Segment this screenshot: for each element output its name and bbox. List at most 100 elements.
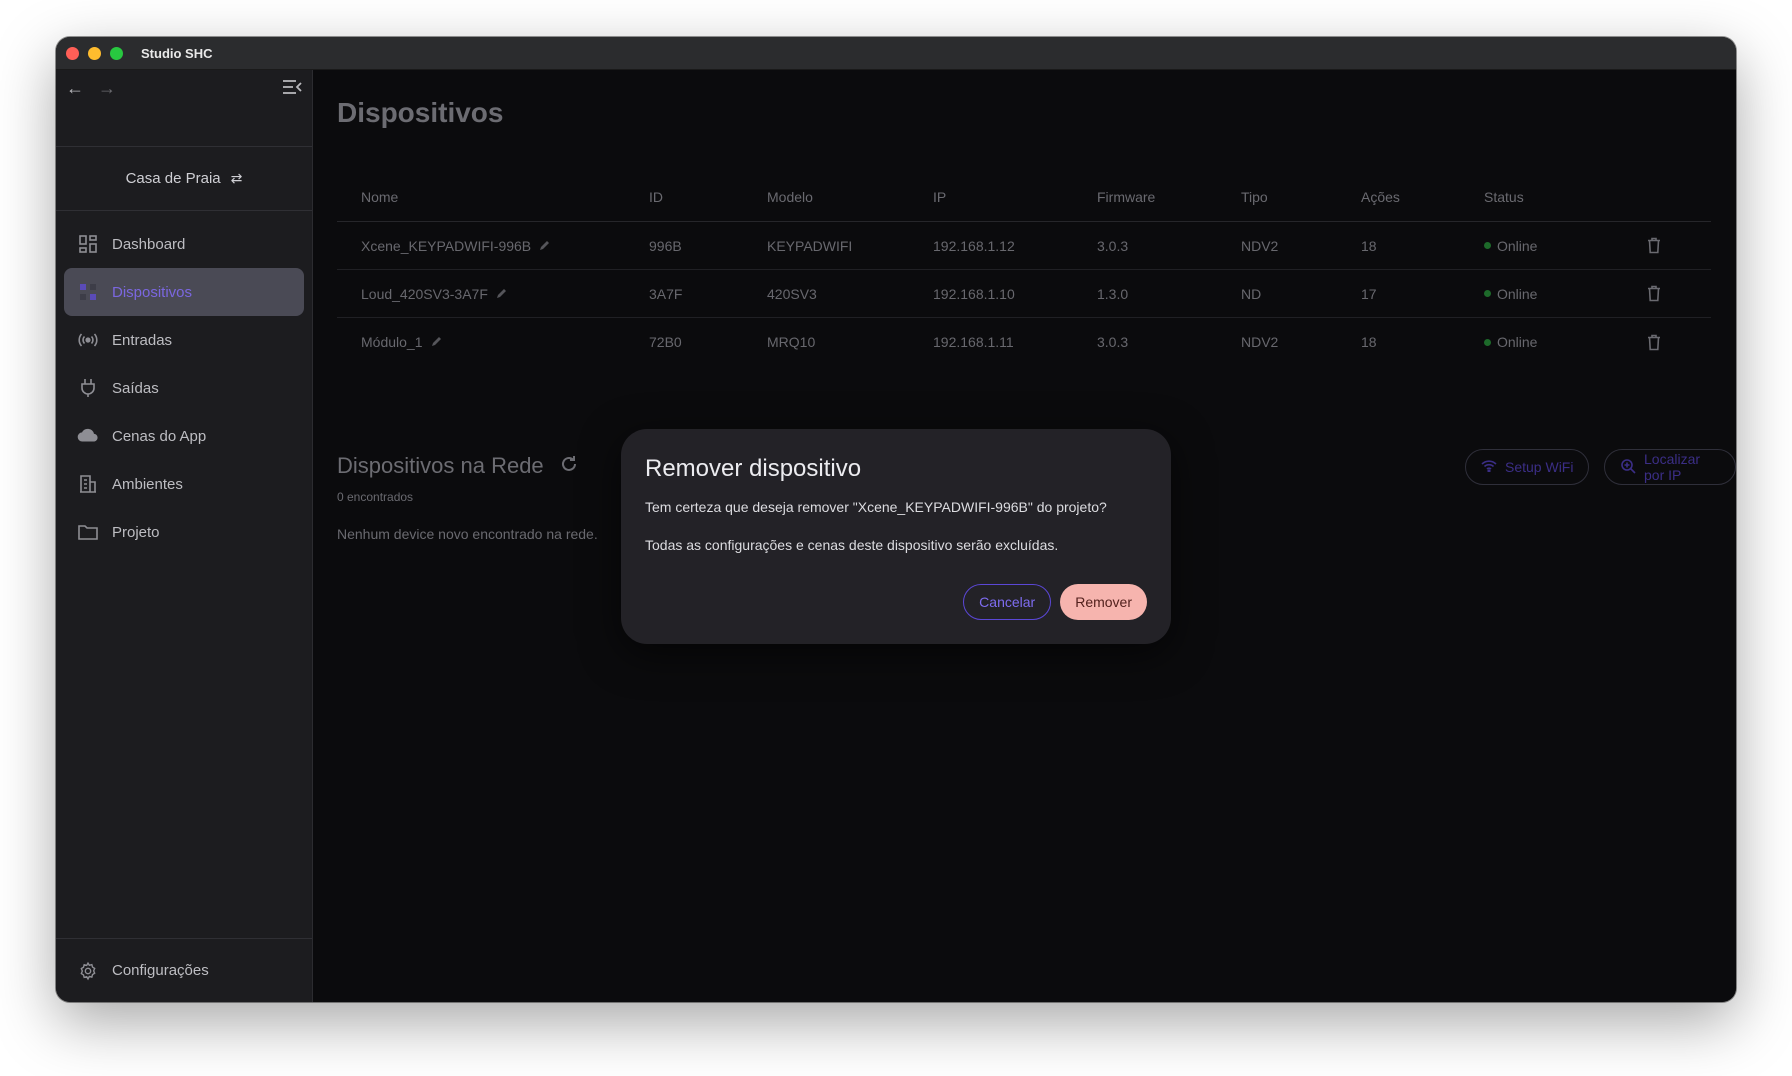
sidebar: ← → Casa de Praia ⇄ Dashboard Dispositiv… [56,70,313,1002]
maximize-window-button[interactable] [110,46,123,60]
device-name-cell: Módulo_1 [337,334,649,350]
sidebar-item-dashboard[interactable]: Dashboard [64,220,304,268]
dialog-actions: Cancelar Remover [963,584,1147,620]
sidebar-item-saidas[interactable]: Saídas [64,364,304,412]
devices-table: Nome ID Modelo IP Firmware Tipo Ações St… [337,172,1711,366]
column-header: ID [649,188,663,205]
delete-button[interactable] [1634,285,1674,302]
device-id: 996B [649,237,682,254]
column-header: Firmware [1097,188,1156,205]
settings-label: Configurações [112,962,209,979]
devices-icon [77,281,99,303]
online-dot-icon [1484,338,1491,346]
history-nav: ← → [66,78,116,99]
cancel-button[interactable]: Cancelar [963,584,1052,620]
dialog-title: Remover dispositivo [645,455,862,482]
device-type: NDV2 [1241,334,1279,350]
device-ip: 192.168.1.12 [933,237,1015,254]
remove-device-dialog: Remover dispositivo Tem certeza que dese… [621,429,1171,644]
device-ip: 192.168.1.10 [933,285,1015,302]
table-row: Xcene_KEYPADWIFI-996B 996B KEYPADWIFI 19… [337,222,1711,270]
sidebar-item-entradas[interactable]: Entradas [64,316,304,364]
network-count: 0 encontrados [337,490,414,504]
column-header: IP [933,188,947,205]
delete-button[interactable] [1634,334,1674,351]
network-empty-message: Nenhum device novo encontrado na rede. [337,526,598,542]
setup-wifi-label: Setup WiFi [1505,459,1574,475]
trash-icon [1648,237,1660,254]
sidebar-item-projeto[interactable]: Projeto [64,508,304,556]
status-text: Online [1497,285,1538,302]
sidebar-item-label: Projeto [112,523,160,541]
sidebar-item-cenas[interactable]: Cenas do App [64,412,304,460]
sidebar-item-label: Ambientes [112,475,183,493]
close-window-button[interactable] [66,46,79,60]
status-badge: Online [1484,286,1634,302]
device-model: 420SV3 [767,285,817,302]
plug-icon [77,377,99,399]
column-header: Status [1484,188,1524,205]
project-switcher[interactable]: Casa de Praia ⇄ [56,146,312,210]
cloud-icon [77,425,99,447]
sidebar-item-ambientes[interactable]: Ambientes [64,460,304,508]
wifi-icon [1481,459,1497,475]
sidebar-item-label: Dashboard [112,235,186,253]
folder-icon [77,521,99,543]
status-text: Online [1497,237,1538,254]
device-firmware: 1.3.0 [1097,285,1129,302]
collapse-sidebar-icon[interactable] [282,78,302,96]
gear-icon [77,960,99,982]
column-header: Nome [361,188,399,205]
project-name: Casa de Praia [125,169,221,187]
column-header: Tipo [1241,188,1268,205]
status-badge: Online [1484,334,1634,350]
remove-button[interactable]: Remover [1060,584,1147,620]
refresh-icon[interactable] [560,453,578,479]
device-id: 3A7F [649,285,683,302]
sidebar-item-configuracoes[interactable]: Configurações [56,938,312,1002]
window-controls [66,46,123,60]
sidebar-item-label: Entradas [112,331,173,349]
online-dot-icon [1484,242,1491,249]
status-badge: Online [1484,238,1634,254]
device-firmware: 3.0.3 [1097,237,1129,254]
sidebar-item-label: Dispositivos [112,283,193,301]
dialog-warning: Todas as configurações e cenas deste dis… [645,537,1059,553]
page-title: Dispositivos [337,97,504,128]
device-name: Módulo_1 [361,334,423,350]
device-type: NDV2 [1241,237,1279,254]
device-name: Xcene_KEYPADWIFI-996B [361,237,532,254]
divider [56,210,312,211]
network-section-header: Dispositivos na Rede [337,453,578,479]
device-name-cell: Loud_420SV3-3A7F [337,286,649,302]
device-ip: 192.168.1.11 [933,334,1014,350]
dashboard-icon [77,233,99,255]
device-actions-count: 18 [1361,334,1377,350]
back-arrow-icon[interactable]: ← [66,78,84,99]
device-type: ND [1241,285,1262,302]
sidebar-item-label: Saídas [112,379,159,397]
device-name-cell: Xcene_KEYPADWIFI-996B [337,238,649,254]
online-dot-icon [1484,290,1491,297]
device-actions-count: 17 [1361,285,1377,302]
find-by-ip-label: Localizar por IP [1644,451,1701,483]
edit-pencil-icon[interactable] [539,238,551,254]
title-bar: Studio SHC [56,37,1736,70]
find-by-ip-button[interactable]: Localizar por IP [1604,449,1736,485]
forward-arrow-icon[interactable]: → [98,78,116,99]
edit-pencil-icon[interactable] [496,286,508,302]
trash-icon [1648,334,1660,350]
sidebar-item-dispositivos[interactable]: Dispositivos [64,268,304,316]
trash-icon [1648,285,1660,302]
table-row: Loud_420SV3-3A7F 3A7F 420SV3 192.168.1.1… [337,270,1711,318]
minimize-window-button[interactable] [88,46,101,60]
dialog-message: Tem certeza que deseja remover "Xcene_KE… [645,499,1107,515]
sidebar-nav: Dashboard Dispositivos Entradas Saídas C… [64,220,304,556]
broadcast-icon [77,329,99,351]
table-row: Módulo_1 72B0 MRQ10 192.168.1.11 3.0.3 N… [337,318,1711,366]
setup-wifi-button[interactable]: Setup WiFi [1465,449,1590,485]
swap-icon: ⇄ [230,169,243,186]
delete-button[interactable] [1634,237,1674,254]
edit-pencil-icon[interactable] [431,334,443,350]
network-section-title: Dispositivos na Rede [337,453,544,478]
